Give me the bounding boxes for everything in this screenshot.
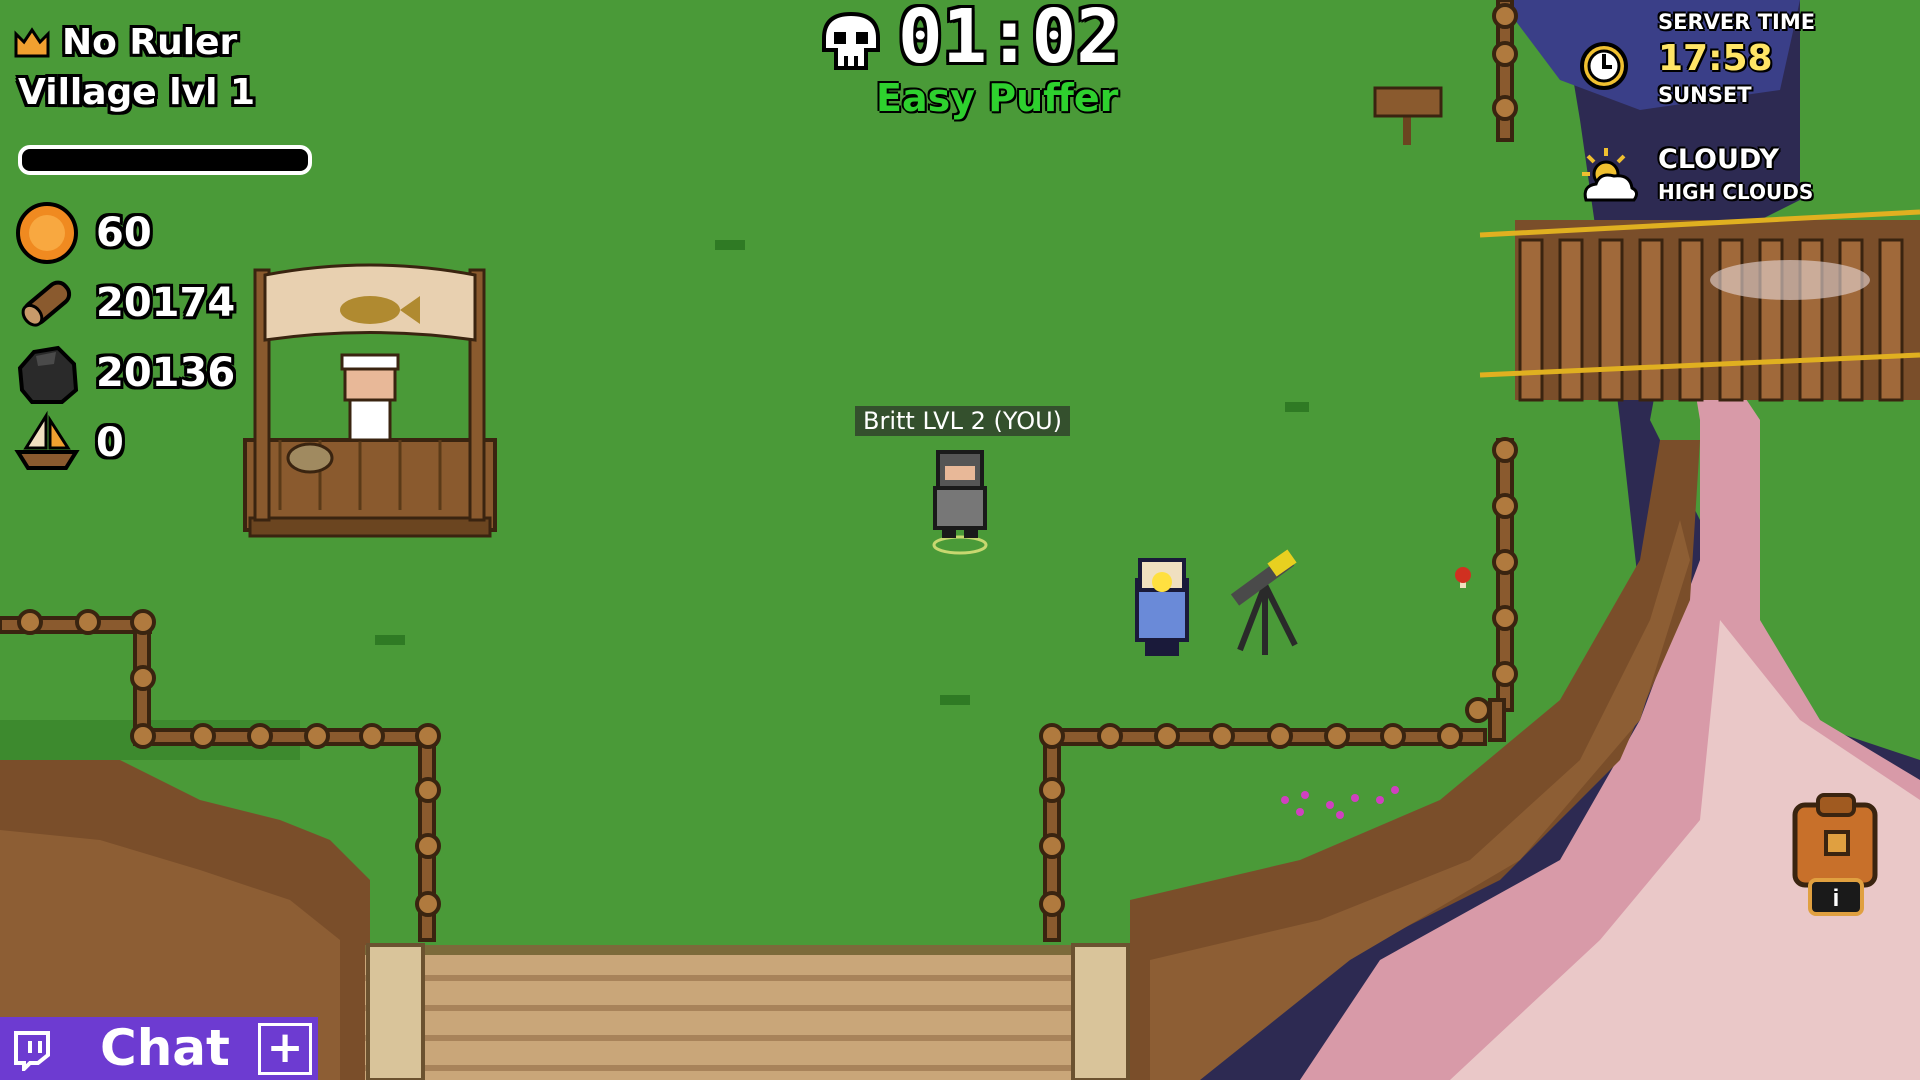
stone-count: 20136 <box>96 350 236 396</box>
timer-value: 01:02 <box>898 0 1121 80</box>
player-character[interactable] <box>932 450 988 555</box>
wood-icon <box>21 280 72 327</box>
elder-npc[interactable] <box>1135 558 1189 656</box>
wood-count: 20174 <box>96 280 236 326</box>
skull-icon <box>822 11 880 70</box>
wooden-bridge-south[interactable] <box>365 943 1130 1080</box>
chat-expand-button[interactable]: + <box>258 1023 312 1075</box>
difficulty-label: Easy Puffer <box>876 76 1119 120</box>
chat-bar[interactable]: Chat + <box>0 1017 318 1080</box>
weather-label: CLOUDY <box>1658 144 1779 175</box>
twitch-icon <box>14 1031 50 1071</box>
chat-label[interactable]: Chat <box>100 1019 230 1077</box>
server-time-panel: SERVER TIME 17:58 SUNSET CLOUDY HIGH CLO… <box>1578 8 1898 208</box>
server-time-value: 17:58 <box>1658 38 1773 79</box>
player-nametag: Britt LVL 2 (YOU) <box>855 406 1071 436</box>
svg-text:i: i <box>1833 885 1840 912</box>
boat-icon <box>14 410 80 470</box>
coin-count: 60 <box>96 210 152 256</box>
time-period-label: SUNSET <box>1658 83 1752 107</box>
coin-icon <box>16 202 78 264</box>
clock-icon <box>1580 42 1628 90</box>
ruler-label: No Ruler <box>62 22 238 63</box>
stone-icon <box>17 345 79 404</box>
village-progress-bar <box>18 145 312 175</box>
crown-icon <box>14 27 50 58</box>
cloudy-sun-icon <box>1582 148 1639 202</box>
village-level-label: Village lvl 1 <box>18 72 255 113</box>
boat-count: 0 <box>96 420 124 466</box>
wave-timer: 01:02 Easy Puffer <box>818 0 1128 130</box>
server-time-label: SERVER TIME <box>1658 10 1816 34</box>
rope-bridge-east[interactable] <box>1479 209 1920 402</box>
weather-detail-label: HIGH CLOUDS <box>1658 180 1814 204</box>
